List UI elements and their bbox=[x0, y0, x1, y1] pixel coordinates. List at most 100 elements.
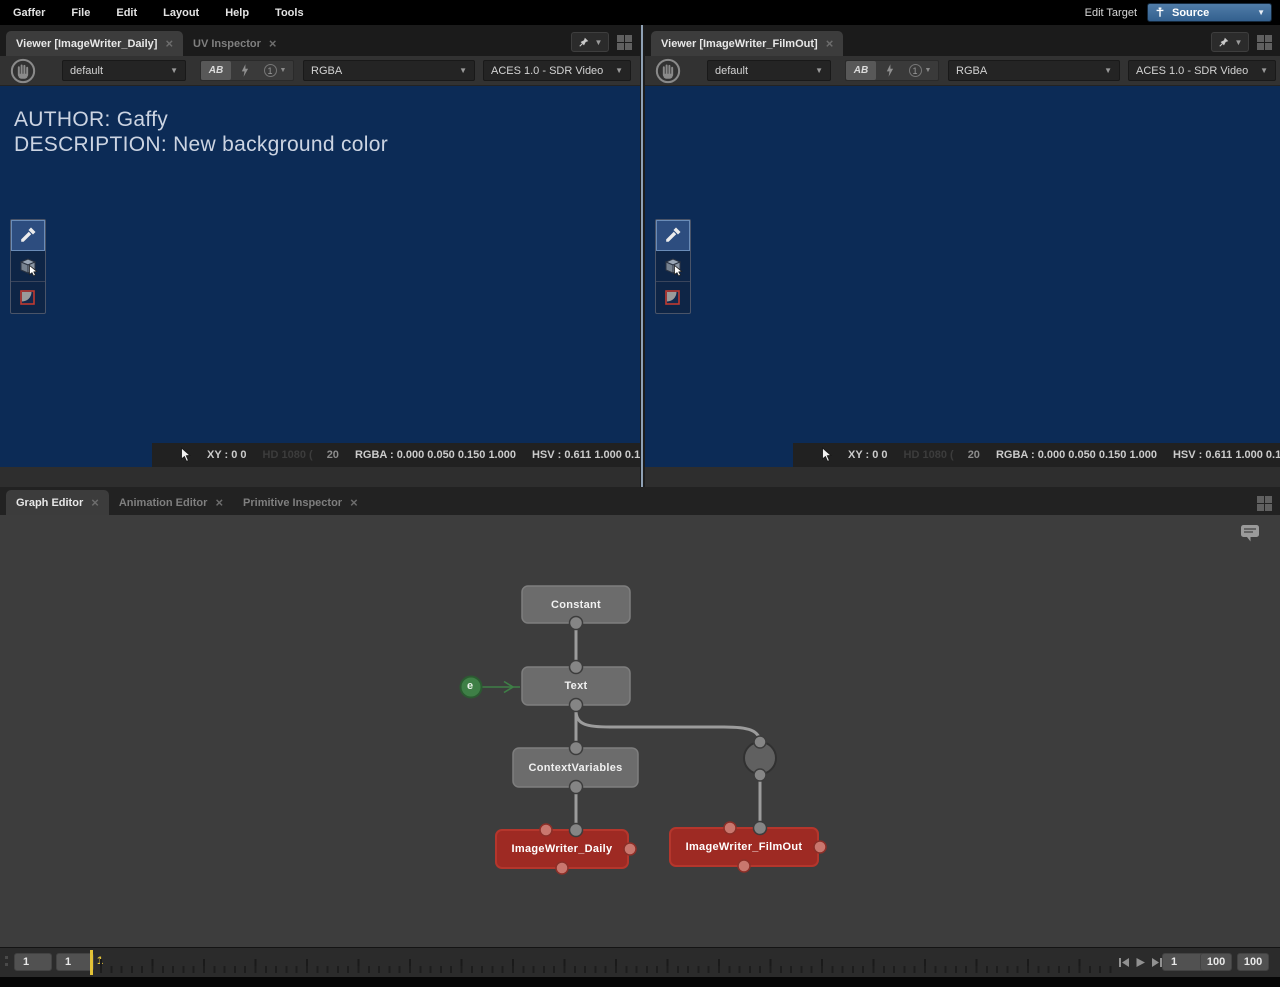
close-icon[interactable]: × bbox=[350, 496, 358, 509]
display-transform-select[interactable]: ACES 1.0 - SDR Video▼ bbox=[1128, 60, 1276, 81]
viewer-tool-column bbox=[655, 219, 691, 314]
playhead[interactable] bbox=[90, 950, 93, 975]
channels-select[interactable]: RGBA▼ bbox=[948, 60, 1120, 81]
window-bottom-edge bbox=[0, 977, 1280, 987]
layout-grid-icon[interactable] bbox=[1257, 35, 1272, 50]
viewport-filmout[interactable]: XY : 0 0 HD 1080 ( 20 RGBA : 0.000 0.050… bbox=[645, 86, 1280, 467]
viewer-panel-filmout: Viewer [ImageWriter_FilmOut] × ▼ bbox=[645, 25, 1280, 487]
current-frame-field[interactable]: 1 bbox=[1162, 953, 1204, 971]
tab-graph-editor[interactable]: Graph Editor × bbox=[6, 490, 109, 515]
node-expression[interactable] bbox=[461, 677, 482, 698]
timeline-grip[interactable] bbox=[5, 956, 8, 970]
pointer-cursor-icon bbox=[180, 447, 191, 463]
tab-animation-editor[interactable]: Animation Editor × bbox=[109, 490, 233, 515]
viewer-left-toolbar: default▼ AB 1 ▼ RGBA▼ ACES 1.0 - SDR Vid… bbox=[0, 56, 640, 86]
channels-select[interactable]: RGBA▼ bbox=[303, 60, 475, 81]
crop-window-tool[interactable] bbox=[11, 282, 45, 313]
annotation-bubble-icon[interactable] bbox=[1240, 524, 1260, 542]
layout-grid-icon[interactable] bbox=[1257, 496, 1272, 511]
edit-target-label: Edit Target bbox=[1085, 7, 1137, 19]
inspect-tool[interactable] bbox=[656, 251, 690, 282]
node-graph-canvas[interactable]: Constant Text ContextVariables ImageWrit… bbox=[0, 515, 1280, 947]
viewer-panel-daily: Viewer [ImageWriter_Daily] × UV Inspecto… bbox=[0, 25, 640, 487]
close-icon[interactable]: × bbox=[215, 496, 223, 509]
status-format: HD 1080 ( bbox=[904, 449, 954, 461]
compare-image-select[interactable]: 1 ▼ bbox=[902, 61, 938, 80]
menu-gaffer[interactable]: Gaffer bbox=[0, 7, 58, 19]
compare-button-group: AB 1 ▼ bbox=[845, 60, 939, 81]
dot-input-plug[interactable] bbox=[754, 736, 766, 748]
tab-label: Animation Editor bbox=[119, 497, 208, 509]
close-icon[interactable]: × bbox=[165, 37, 173, 50]
status-format-tail: 20 bbox=[968, 449, 980, 461]
chevron-down-icon: ▼ bbox=[459, 66, 467, 75]
pan-hand-icon[interactable] bbox=[655, 58, 681, 84]
expression-connection bbox=[481, 682, 520, 693]
cube-cursor-icon bbox=[17, 255, 39, 277]
tab-viewer-imagewriter-filmout[interactable]: Viewer [ImageWriter_FilmOut] × bbox=[651, 31, 843, 56]
close-icon[interactable]: × bbox=[826, 37, 834, 50]
edit-target-dropdown[interactable]: Source ▼ bbox=[1147, 3, 1272, 22]
pan-hand-icon[interactable] bbox=[10, 58, 36, 84]
compare-ab-button[interactable]: AB bbox=[846, 61, 876, 80]
chevron-down-icon: ▼ bbox=[1104, 66, 1112, 75]
pin-icon bbox=[578, 36, 590, 48]
graph-editor-panel: Graph Editor × Animation Editor × Primit… bbox=[0, 487, 1280, 947]
status-xy: XY : 0 0 bbox=[207, 449, 247, 461]
chevron-down-icon: ▼ bbox=[925, 67, 932, 74]
menu-edit[interactable]: Edit bbox=[103, 7, 150, 19]
status-format: HD 1080 ( bbox=[263, 449, 313, 461]
pin-node-button[interactable]: ▼ bbox=[571, 32, 609, 52]
crop-window-tool[interactable] bbox=[656, 282, 690, 313]
skip-start-icon[interactable] bbox=[1118, 956, 1131, 969]
edit-target-value: Source bbox=[1172, 7, 1251, 19]
compare-image-select[interactable]: 1 ▼ bbox=[257, 61, 293, 80]
status-xy: XY : 0 0 bbox=[848, 449, 888, 461]
viewer-right-tabbar: Viewer [ImageWriter_FilmOut] × ▼ bbox=[645, 25, 1280, 56]
menu-file[interactable]: File bbox=[58, 7, 103, 19]
display-transform-select[interactable]: ACES 1.0 - SDR Video▼ bbox=[483, 60, 631, 81]
chevron-down-icon: ▼ bbox=[815, 66, 823, 75]
tab-primitive-inspector[interactable]: Primitive Inspector × bbox=[233, 490, 368, 515]
play-icon[interactable] bbox=[1134, 956, 1147, 969]
pointer-cursor-icon bbox=[821, 447, 832, 463]
chevron-down-icon: ▼ bbox=[1260, 66, 1268, 75]
inspect-tool[interactable] bbox=[11, 251, 45, 282]
color-picker-tool[interactable] bbox=[11, 220, 45, 251]
tab-label: Primitive Inspector bbox=[243, 497, 342, 509]
range-start-field[interactable]: 1 bbox=[14, 953, 52, 971]
editor-tabbar: Graph Editor × Animation Editor × Primit… bbox=[0, 487, 1280, 515]
range-max-field[interactable]: 100 bbox=[1237, 953, 1269, 971]
status-hsv: HSV : 0.611 1.000 0.150 bbox=[532, 449, 640, 461]
layout-grid-icon[interactable] bbox=[617, 35, 632, 50]
viewer-left-tabbar: Viewer [ImageWriter_Daily] × UV Inspecto… bbox=[0, 25, 640, 56]
view-select[interactable]: default▼ bbox=[62, 60, 186, 81]
menu-tools[interactable]: Tools bbox=[262, 7, 317, 19]
compare-ab-button[interactable]: AB bbox=[201, 61, 231, 80]
menu-help[interactable]: Help bbox=[212, 7, 262, 19]
wipe-bolt-icon[interactable] bbox=[876, 61, 902, 80]
wipe-bolt-icon[interactable] bbox=[231, 61, 257, 80]
dot-output-plug[interactable] bbox=[754, 769, 766, 781]
color-picker-tool[interactable] bbox=[656, 220, 690, 251]
chevron-down-icon: ▼ bbox=[280, 67, 287, 74]
range-end-field[interactable]: 100 bbox=[1200, 953, 1232, 971]
timeline-ruler[interactable] bbox=[100, 954, 1115, 973]
tab-viewer-imagewriter-daily[interactable]: Viewer [ImageWriter_Daily] × bbox=[6, 31, 183, 56]
cube-cursor-icon bbox=[662, 255, 684, 277]
tab-uv-inspector[interactable]: UV Inspector × bbox=[183, 31, 286, 56]
eyedropper-icon bbox=[663, 225, 683, 245]
eyedropper-icon bbox=[18, 225, 38, 245]
close-icon[interactable]: × bbox=[269, 37, 277, 50]
pin-node-button[interactable]: ▼ bbox=[1211, 32, 1249, 52]
view-select[interactable]: default▼ bbox=[707, 60, 831, 81]
layer-one-icon: 1 bbox=[909, 64, 922, 77]
timeline-bar: 1 1 1 1 100 100 bbox=[0, 947, 1280, 977]
viewer-right-toolbar: default▼ AB 1 ▼ RGBA▼ ACES 1.0 - SDR Vid… bbox=[645, 56, 1280, 86]
chevron-down-icon: ▼ bbox=[1257, 8, 1265, 17]
menu-layout[interactable]: Layout bbox=[150, 7, 212, 19]
range-current-field[interactable]: 1 bbox=[56, 953, 94, 971]
tab-label: Graph Editor bbox=[16, 497, 83, 509]
viewport-daily[interactable]: AUTHOR: Gaffy DESCRIPTION: New backgroun… bbox=[0, 86, 640, 467]
close-icon[interactable]: × bbox=[91, 496, 99, 509]
